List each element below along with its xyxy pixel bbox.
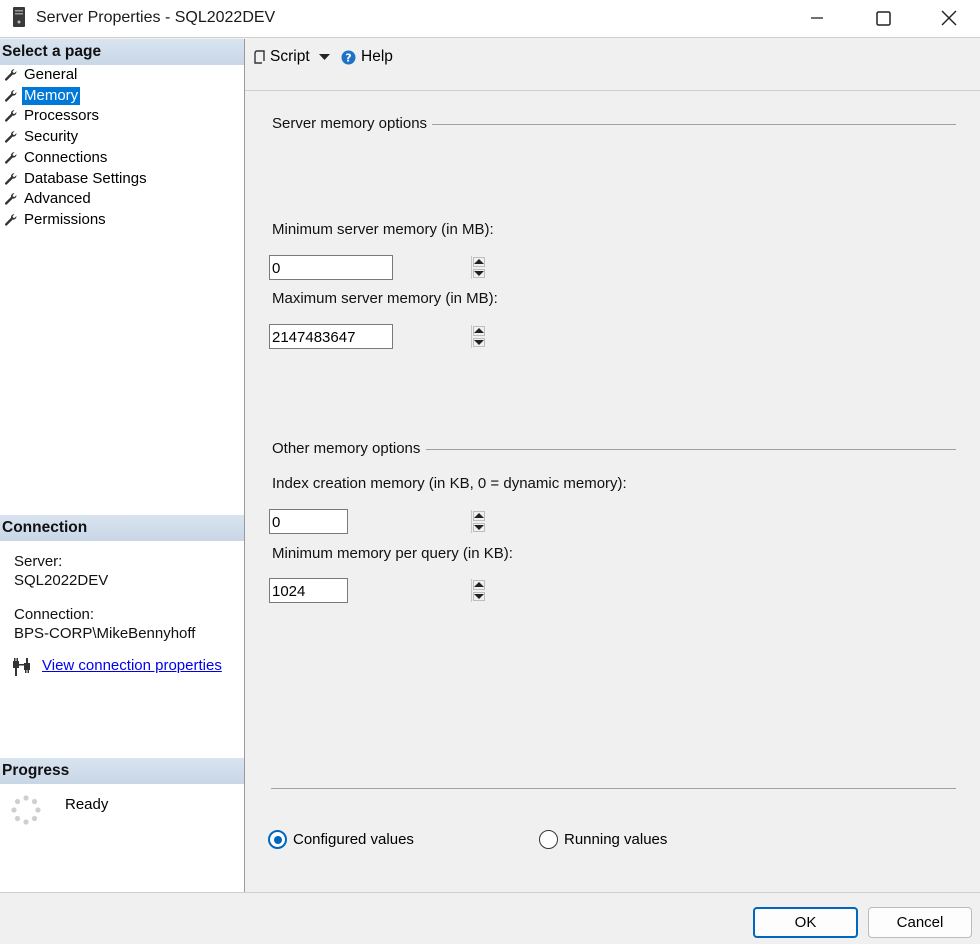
page-item-label: Processors	[24, 107, 100, 125]
arrow-up-icon	[474, 582, 484, 588]
progress-header: Progress	[0, 758, 244, 784]
close-icon	[941, 10, 957, 26]
connection-header: Connection	[0, 515, 244, 541]
max-server-memory-stepper[interactable]	[269, 324, 485, 349]
svg-text:?: ?	[345, 51, 351, 64]
connection-plug-icon	[13, 658, 30, 676]
index-creation-memory-stepper[interactable]	[269, 509, 485, 534]
page-item-security[interactable]: Security	[4, 127, 80, 147]
wrench-icon	[4, 193, 17, 205]
max-server-memory-label: Maximum server memory (in MB):	[272, 290, 498, 307]
min-memory-down-button[interactable]	[473, 268, 485, 278]
server-icon	[13, 7, 25, 27]
configured-values-radio[interactable]: Configured values	[268, 830, 414, 849]
progress-spinner-icon	[11, 795, 41, 825]
script-button[interactable]: Script	[253, 48, 310, 66]
arrow-up-icon	[474, 259, 484, 265]
min-memory-per-query-label: Minimum memory per query (in KB):	[272, 545, 513, 562]
page-item-processors[interactable]: Processors	[4, 106, 101, 126]
wrench-icon	[4, 151, 17, 164]
page-item-label: Connections	[24, 148, 108, 166]
index-memory-down-button[interactable]	[473, 522, 485, 532]
maximize-icon	[875, 10, 891, 26]
max-memory-down-button[interactable]	[473, 337, 485, 347]
min-memory-up-button[interactable]	[473, 257, 485, 267]
arrow-up-icon	[474, 513, 484, 519]
running-values-radio[interactable]: Running values	[539, 830, 667, 849]
wrench-icon	[4, 172, 17, 185]
minimize-button[interactable]	[784, 0, 850, 36]
memory-page: Server memory options Minimum server mem…	[245, 92, 980, 892]
running-values-label: Running values	[564, 831, 668, 848]
connection-value: BPS-CORP\MikeBennyhoff	[14, 625, 196, 642]
group-divider	[426, 449, 956, 450]
maximize-button[interactable]	[850, 0, 916, 36]
page-item-advanced[interactable]: Advanced	[4, 189, 93, 209]
arrow-down-icon	[474, 339, 484, 345]
index-creation-memory-input[interactable]	[270, 510, 471, 533]
arrow-up-icon	[474, 328, 484, 334]
view-connection-properties-link[interactable]: View connection properties	[42, 657, 222, 674]
page-item-general[interactable]: General	[4, 65, 79, 85]
select-page-header: Select a page	[0, 39, 244, 65]
min-server-memory-stepper[interactable]	[269, 255, 485, 280]
configured-values-label: Configured values	[293, 831, 414, 848]
max-server-memory-input[interactable]	[270, 325, 471, 348]
group-divider	[432, 124, 956, 125]
page-item-label: General	[24, 66, 78, 83]
progress-status: Ready	[65, 796, 109, 813]
toolbar: Script ? Help	[245, 39, 980, 91]
title-bar: Server Properties - SQL2022DEV	[0, 0, 980, 38]
page-item-connections[interactable]: Connections	[4, 148, 109, 168]
minimize-icon	[811, 17, 823, 19]
radio-unselected-indicator	[539, 830, 558, 849]
page-item-label: Memory	[22, 86, 81, 105]
page-item-memory[interactable]: Memory	[4, 86, 81, 106]
index-memory-up-button[interactable]	[473, 511, 485, 521]
query-memory-down-button[interactable]	[473, 591, 485, 601]
cancel-button[interactable]: Cancel	[868, 907, 972, 938]
script-icon	[254, 50, 265, 64]
page-item-label: Permissions	[24, 210, 106, 228]
wrench-icon	[4, 214, 17, 226]
server-memory-group-title: Server memory options	[272, 115, 428, 132]
ok-button[interactable]: OK	[753, 907, 858, 938]
min-memory-per-query-stepper[interactable]	[269, 578, 485, 603]
arrow-down-icon	[474, 593, 484, 599]
min-server-memory-input[interactable]	[270, 256, 471, 279]
index-creation-memory-label: Index creation memory (in KB, 0 = dynami…	[272, 475, 627, 492]
min-memory-per-query-input[interactable]	[270, 579, 471, 602]
left-panel: Select a page General Memory Processors Sec…	[0, 39, 245, 892]
help-button[interactable]: ? Help	[341, 48, 393, 66]
max-memory-up-button[interactable]	[473, 326, 485, 336]
wrench-icon	[4, 69, 17, 81]
page-item-label: Advanced	[24, 190, 91, 208]
other-memory-group-title: Other memory options	[272, 440, 421, 457]
server-label: Server:	[14, 553, 63, 570]
help-label: Help	[361, 48, 393, 65]
window-title: Server Properties - SQL2022DEV	[36, 9, 276, 26]
page-item-label: Database Settings	[24, 169, 147, 187]
wrench-icon	[4, 110, 17, 123]
script-label: Script	[270, 48, 310, 65]
page-item-permissions[interactable]: Permissions	[4, 210, 108, 230]
page-item-database-settings[interactable]: Database Settings	[4, 169, 149, 189]
values-divider	[271, 788, 956, 789]
help-icon: ?	[341, 50, 356, 64]
wrench-icon	[4, 131, 17, 143]
arrow-down-icon	[474, 270, 484, 276]
script-dropdown-button[interactable]	[319, 53, 330, 61]
arrow-down-icon	[474, 524, 484, 530]
query-memory-up-button[interactable]	[473, 580, 485, 590]
connection-label: Connection:	[14, 606, 95, 623]
server-value: SQL2022DEV	[14, 572, 109, 589]
dialog-button-bar: OK Cancel	[0, 892, 980, 944]
min-server-memory-label: Minimum server memory (in MB):	[272, 221, 494, 238]
wrench-icon	[4, 89, 17, 102]
close-button[interactable]	[916, 0, 980, 36]
page-item-label: Security	[24, 128, 79, 146]
chevron-down-icon	[319, 54, 330, 60]
radio-selected-indicator	[268, 830, 287, 849]
